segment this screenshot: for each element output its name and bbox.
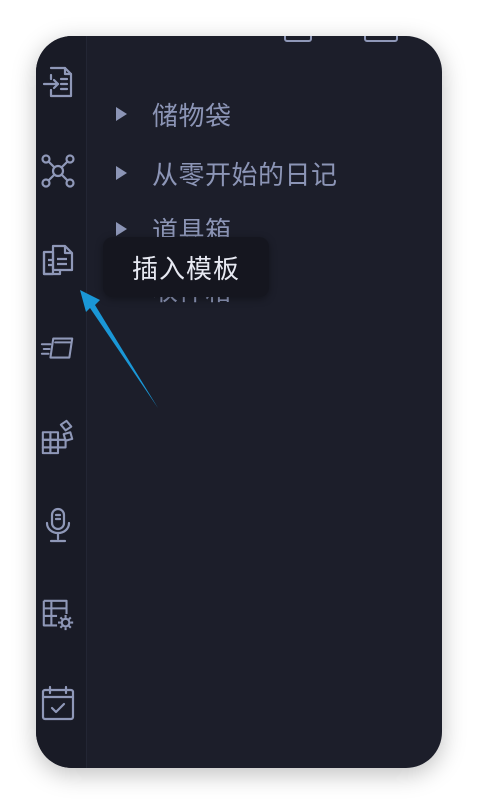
left-ribbon <box>36 36 87 768</box>
expand-caret-icon[interactable] <box>114 165 130 181</box>
open-file-icon[interactable] <box>40 64 76 100</box>
slides-icon[interactable] <box>40 331 76 367</box>
expand-caret-icon[interactable] <box>114 106 130 122</box>
insert-template-icon[interactable] <box>40 242 76 278</box>
insert-template-tooltip: 插入模板 <box>103 237 269 297</box>
microphone-icon[interactable] <box>40 507 76 543</box>
plugins-icon[interactable] <box>40 419 76 455</box>
expand-caret-icon[interactable] <box>114 221 130 237</box>
app-window: 储物袋 从零开始的日记 道具箱 收件箱 <box>36 36 442 768</box>
graph-view-icon[interactable] <box>40 153 76 189</box>
table-settings-icon[interactable] <box>40 597 76 633</box>
tree-item-label: 从零开始的日记 <box>152 160 338 191</box>
calendar-check-icon[interactable] <box>40 685 76 721</box>
top-toolbar-icon-left[interactable] <box>284 36 312 42</box>
top-toolbar-icon-right[interactable] <box>364 36 398 42</box>
tree-item-storage-bag[interactable]: 储物袋 <box>114 96 232 132</box>
tree-item-diary[interactable]: 从零开始的日记 <box>114 155 338 191</box>
tooltip-text: 插入模板 <box>131 254 240 285</box>
tree-item-label: 储物袋 <box>152 101 232 132</box>
